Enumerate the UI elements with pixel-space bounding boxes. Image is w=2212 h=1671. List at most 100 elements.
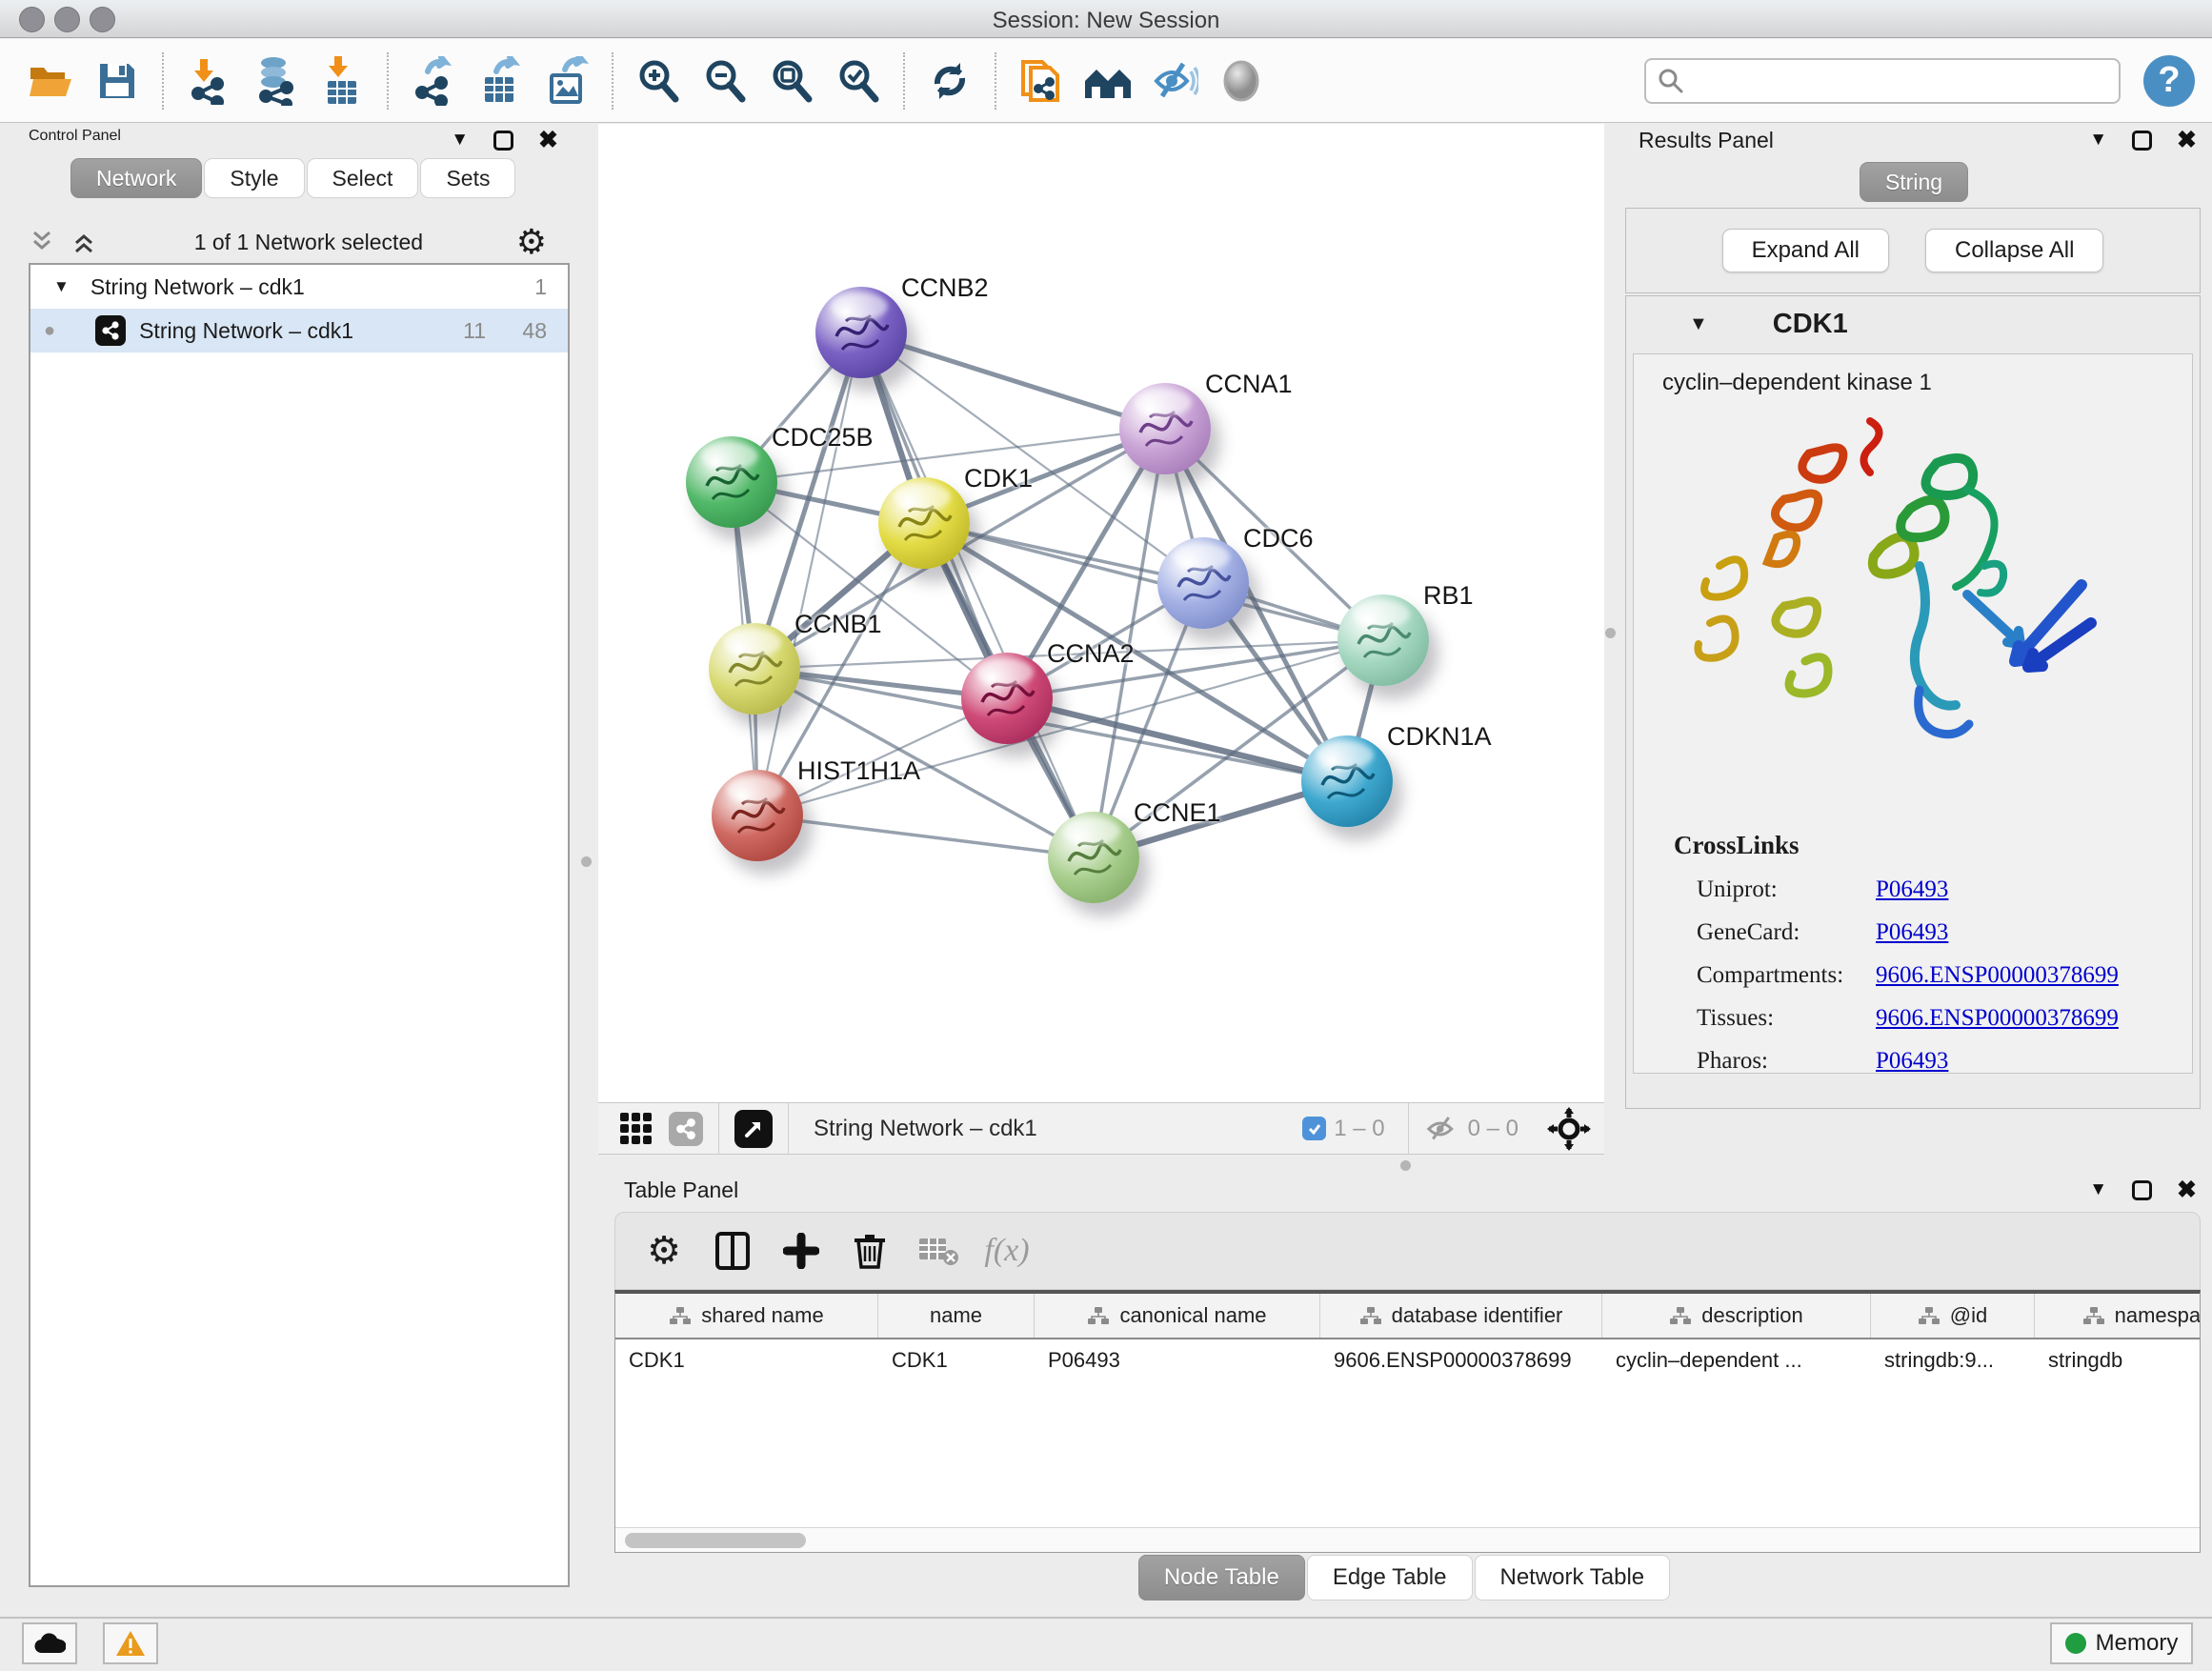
hidden-eye-slash-icon[interactable] xyxy=(1424,1115,1460,1143)
edge-CDK1-RB1[interactable] xyxy=(924,523,1383,640)
network-row[interactable]: ● String Network – cdk1 11 48 xyxy=(30,309,568,352)
node-cdc25b[interactable] xyxy=(686,436,777,528)
function-builder-icon[interactable]: f(x) xyxy=(979,1223,1035,1278)
help-button[interactable]: ? xyxy=(2143,55,2195,107)
scrollbar-thumb[interactable] xyxy=(625,1533,806,1548)
table-cell[interactable]: stringdb xyxy=(2035,1339,2201,1381)
table-cell[interactable]: stringdb:9... xyxy=(1871,1339,2035,1381)
left-splitter-handle[interactable] xyxy=(581,856,592,867)
warning-status-button[interactable] xyxy=(103,1622,158,1664)
show-columns-icon[interactable] xyxy=(705,1223,760,1278)
float-panel-icon[interactable]: ▼ xyxy=(451,130,469,151)
maximize-panel-icon[interactable] xyxy=(2132,131,2152,151)
zoom-fit-button[interactable] xyxy=(765,54,818,108)
table-cell[interactable]: CDK1 xyxy=(878,1339,1035,1381)
open-session-button[interactable] xyxy=(24,54,77,108)
table-cell[interactable]: P06493 xyxy=(1035,1339,1320,1381)
tab-style[interactable]: Style xyxy=(204,158,304,198)
table-row[interactable]: CDK1CDK1P064939606.ENSP00000378699cyclin… xyxy=(615,1339,2200,1381)
delete-column-icon[interactable] xyxy=(842,1223,897,1278)
node-ccnb1[interactable] xyxy=(709,623,800,715)
node-cdk1[interactable] xyxy=(878,477,970,569)
tab-sets[interactable]: Sets xyxy=(420,158,515,198)
node-cdkn1a[interactable] xyxy=(1301,735,1393,827)
float-panel-icon[interactable]: ▼ xyxy=(2089,130,2107,151)
crosslink-value-link[interactable]: 9606.ENSP00000378699 xyxy=(1876,962,2119,989)
entry-collapse-icon[interactable]: ▼ xyxy=(1689,313,1708,335)
node-ccnb2[interactable] xyxy=(815,287,907,378)
node-hist1h1a[interactable] xyxy=(712,770,803,861)
bottom-splitter-handle[interactable] xyxy=(1400,1160,1411,1171)
tab-node-table[interactable]: Node Table xyxy=(1138,1555,1305,1601)
edge-CCNB2-HIST1H1A[interactable] xyxy=(757,332,861,815)
node-ccne1[interactable] xyxy=(1048,812,1139,903)
annotation-network-button[interactable] xyxy=(1015,54,1068,108)
selected-checkbox-icon[interactable] xyxy=(1302,1117,1326,1140)
refresh-button[interactable] xyxy=(923,54,976,108)
close-panel-icon[interactable]: ✖ xyxy=(2177,126,2197,154)
zoom-selected-button[interactable] xyxy=(832,54,885,108)
right-splitter-handle[interactable] xyxy=(1605,628,1616,638)
crosslink-value-link[interactable]: 9606.ENSP00000378699 xyxy=(1876,1005,2119,1032)
node-ccna2[interactable] xyxy=(961,653,1053,744)
grid-view-icon[interactable] xyxy=(619,1112,654,1146)
tab-string[interactable]: String xyxy=(1860,162,1968,202)
column-header-canonical-name[interactable]: canonical name xyxy=(1035,1294,1320,1338)
float-panel-icon[interactable]: ▼ xyxy=(2089,1179,2107,1200)
table-cell[interactable]: CDK1 xyxy=(615,1339,878,1381)
node-ccna1[interactable] xyxy=(1119,383,1211,474)
create-column-icon[interactable] xyxy=(774,1223,829,1278)
network-canvas[interactable]: CCNB2CCNA1CDC25BCDK1CDC6RB1CCNB1CCNA2CDK… xyxy=(598,124,1604,1102)
zoom-in-button[interactable] xyxy=(632,54,685,108)
import-network-file-button[interactable] xyxy=(182,54,235,108)
table-cell[interactable]: cyclin–dependent ... xyxy=(1602,1339,1871,1381)
tab-network-table[interactable]: Network Table xyxy=(1475,1555,1671,1601)
column-header-database-identifier[interactable]: database identifier xyxy=(1320,1294,1602,1338)
tab-network[interactable]: Network xyxy=(70,158,202,198)
table-options-gear-icon[interactable]: ⚙ xyxy=(636,1223,692,1278)
crosslink-value-link[interactable]: P06493 xyxy=(1876,876,1948,903)
zoom-out-button[interactable] xyxy=(698,54,752,108)
results-entry-header[interactable]: ▼ CDK1 xyxy=(1626,296,2200,352)
tab-edge-table[interactable]: Edge Table xyxy=(1307,1555,1473,1601)
expand-all-button[interactable]: Expand All xyxy=(1722,229,1889,272)
navigator-crosshair-icon[interactable] xyxy=(1547,1107,1591,1151)
node-rb1[interactable] xyxy=(1337,594,1429,686)
crosslink-value-link[interactable]: P06493 xyxy=(1876,919,1948,946)
network-collection-row[interactable]: ▼ String Network – cdk1 1 xyxy=(30,265,568,309)
delete-table-icon[interactable] xyxy=(911,1223,966,1278)
detach-view-icon[interactable] xyxy=(734,1110,773,1148)
string-home-button[interactable] xyxy=(1081,54,1135,108)
column-header-namespace[interactable]: namespace xyxy=(2035,1294,2201,1338)
cloud-status-button[interactable] xyxy=(22,1622,77,1664)
column-header--id[interactable]: @id xyxy=(1871,1294,2035,1338)
maximize-panel-icon[interactable] xyxy=(2132,1180,2152,1200)
export-image-button[interactable] xyxy=(540,54,593,108)
search-input[interactable] xyxy=(1644,58,2121,104)
close-panel-icon[interactable]: ✖ xyxy=(538,126,558,154)
tab-select[interactable]: Select xyxy=(307,158,419,198)
memory-button[interactable]: Memory xyxy=(2050,1622,2193,1664)
edge-HIST1H1A-CCNE1[interactable] xyxy=(757,815,1094,857)
close-panel-icon[interactable]: ✖ xyxy=(2177,1176,2197,1204)
network-options-gear-icon[interactable]: ⚙ xyxy=(516,225,547,259)
table-horizontal-scrollbar[interactable] xyxy=(615,1527,2200,1552)
node-cdc6[interactable] xyxy=(1157,537,1249,629)
save-session-button[interactable] xyxy=(90,54,144,108)
table-cell[interactable]: 9606.ENSP00000378699 xyxy=(1320,1339,1602,1381)
maximize-panel-icon[interactable] xyxy=(493,131,513,151)
column-header-description[interactable]: description xyxy=(1602,1294,1871,1338)
column-header-name[interactable]: name xyxy=(878,1294,1035,1338)
sphere-button[interactable] xyxy=(1215,54,1268,108)
hide-unhide-button[interactable] xyxy=(1148,54,1201,108)
crosslink-value-link[interactable]: P06493 xyxy=(1876,1048,1948,1075)
export-network-button[interactable] xyxy=(407,54,460,108)
import-network-database-button[interactable] xyxy=(249,54,302,108)
expand-all-chevron-icon[interactable] xyxy=(72,230,101,254)
network-share-view-icon[interactable] xyxy=(669,1112,703,1146)
collapse-all-button[interactable]: Collapse All xyxy=(1925,229,2103,272)
export-table-button[interactable] xyxy=(473,54,527,108)
collapse-all-chevron-icon[interactable] xyxy=(30,230,59,254)
import-table-button[interactable] xyxy=(315,54,369,108)
collection-expand-icon[interactable]: ▼ xyxy=(53,277,70,296)
